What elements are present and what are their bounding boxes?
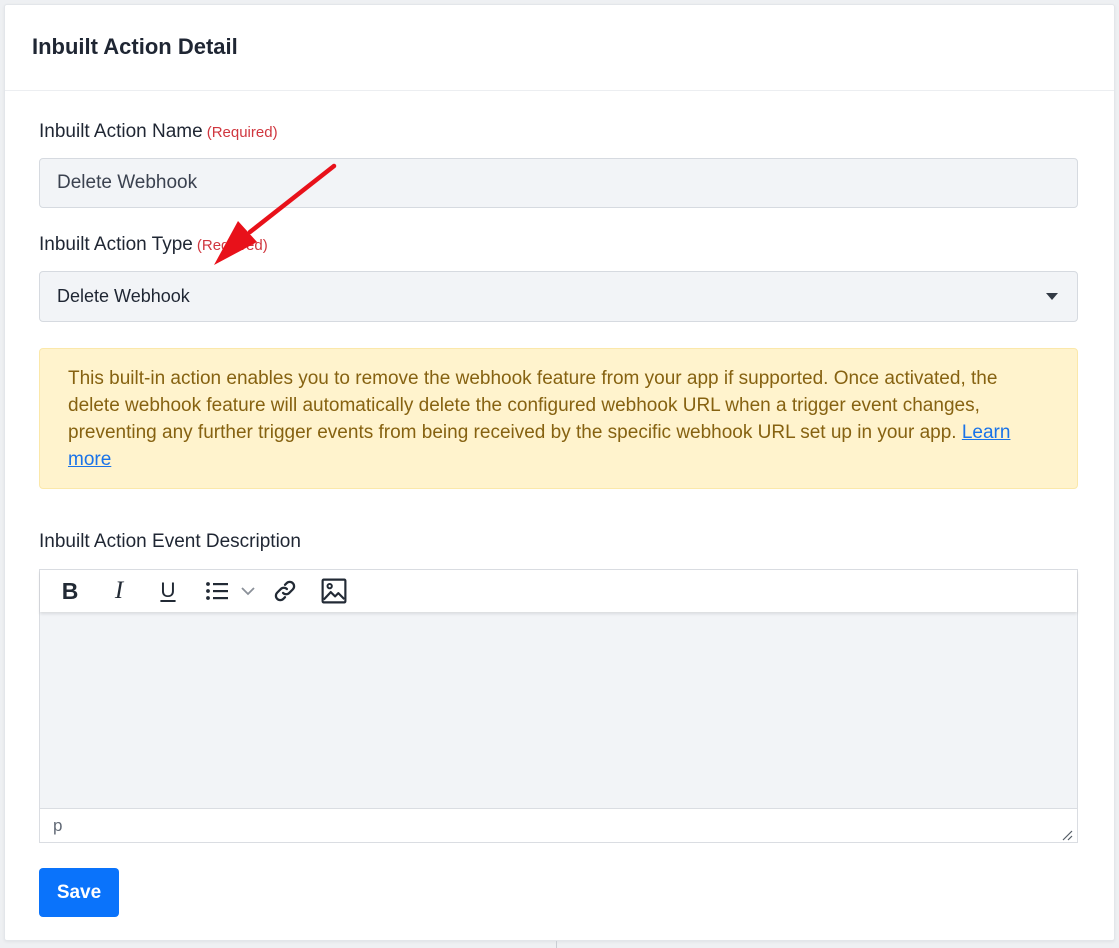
required-marker: (Required) <box>206 124 278 141</box>
action-type-label: Inbuilt Action Type <box>39 234 193 255</box>
action-name-label: Inbuilt Action Name <box>39 121 203 142</box>
inbuilt-action-detail-card: Inbuilt Action Detail Inbuilt Action Nam… <box>4 4 1115 941</box>
editor-statusbar: p <box>40 808 1077 842</box>
chevron-down-icon[interactable] <box>237 586 259 596</box>
link-icon <box>272 578 298 604</box>
save-button[interactable]: Save <box>39 868 119 917</box>
description-label: Inbuilt Action Event Description <box>39 531 301 552</box>
action-type-selected-value: Delete Webhook <box>57 286 190 306</box>
resize-handle-icon[interactable] <box>1061 826 1073 841</box>
action-name-input[interactable] <box>39 158 1078 208</box>
divider <box>556 941 557 948</box>
bulleted-list-icon <box>197 580 237 602</box>
rich-text-editor: B I U p <box>39 569 1078 843</box>
bulleted-list-button[interactable] <box>197 580 259 602</box>
page-title: Inbuilt Action Detail <box>32 33 238 59</box>
link-button[interactable] <box>265 574 305 608</box>
editor-content-area[interactable] <box>40 612 1077 809</box>
card-header: Inbuilt Action Detail <box>5 5 1114 91</box>
caret-down-icon <box>1046 293 1058 300</box>
image-button[interactable] <box>314 574 354 608</box>
element-path[interactable]: p <box>53 816 62 836</box>
required-marker: (Required) <box>196 237 268 254</box>
action-type-select[interactable]: Delete Webhook <box>39 271 1078 322</box>
action-name-label-row: Inbuilt Action Name (Required) <box>39 121 278 143</box>
alert-text: This built-in action enables you to remo… <box>68 368 998 443</box>
underline-button[interactable]: U <box>148 574 188 608</box>
italic-button[interactable]: I <box>99 574 139 608</box>
info-alert: This built-in action enables you to remo… <box>39 348 1078 489</box>
bold-button[interactable]: B <box>50 574 90 608</box>
editor-toolbar: B I U <box>40 570 1077 612</box>
action-type-label-row: Inbuilt Action Type (Required) <box>39 234 268 256</box>
image-icon <box>321 578 347 604</box>
